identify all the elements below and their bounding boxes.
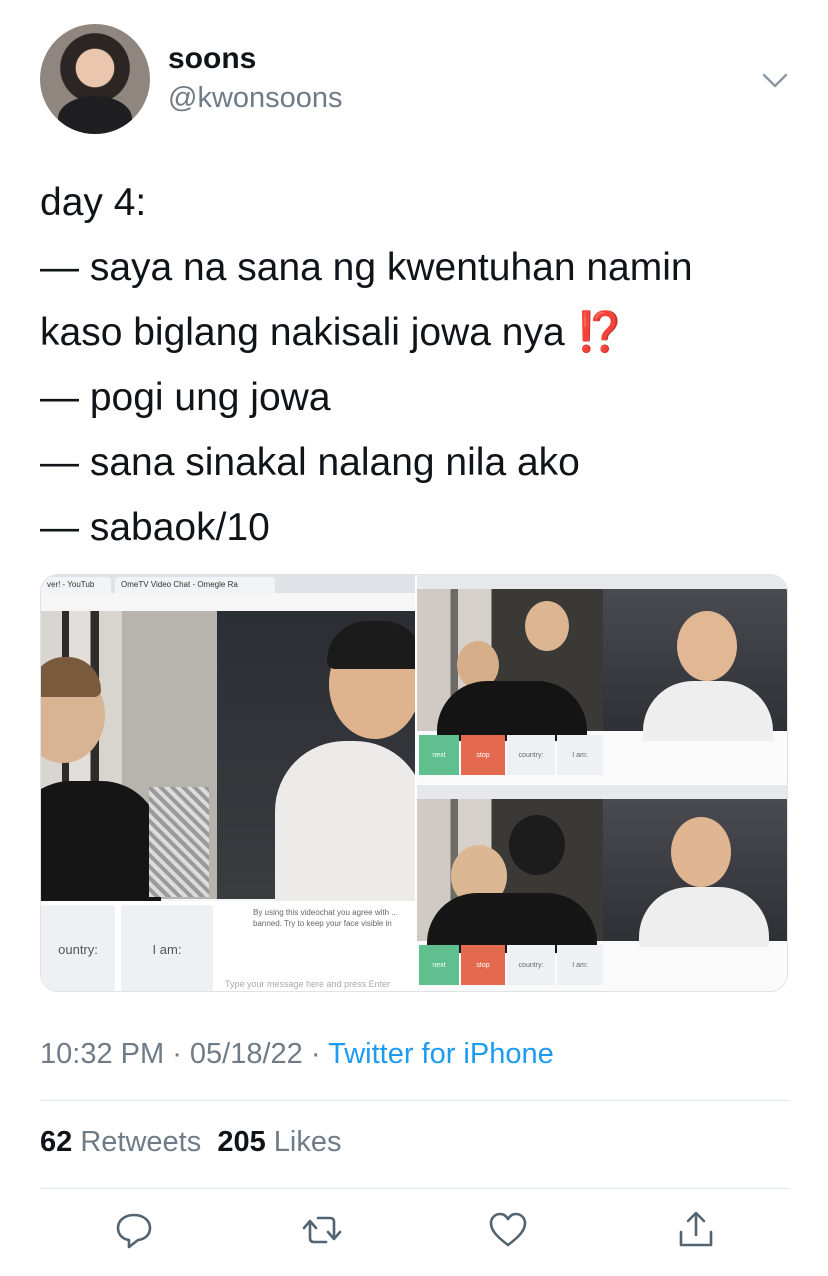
meta-separator: · (310, 1038, 329, 1070)
tweet-time[interactable]: 10:32 PM (40, 1038, 164, 1070)
person-hair (327, 621, 415, 669)
like-icon[interactable] (486, 1208, 530, 1252)
reply-icon[interactable] (112, 1208, 156, 1252)
tweet-line: — saya na sana ng kwentuhan namin (40, 246, 693, 289)
browser-tab: OmeTV Video Chat - Omegle Ra (115, 577, 275, 593)
username-handle[interactable]: @kwonsoons (168, 82, 343, 115)
next-button[interactable]: next (419, 735, 459, 775)
browser-tab: ver! - YouTub (41, 577, 111, 593)
meta-separator: · (172, 1038, 190, 1070)
browser-tab-bar: ver! - YouTub OmeTV Video Chat - Omegle … (41, 575, 415, 593)
video-feed-left (41, 611, 217, 911)
person-body (41, 781, 161, 911)
message-input-placeholder: Type your message here and press Enter (225, 979, 391, 989)
tweet-actions (0, 1208, 828, 1258)
gender-selector[interactable]: I am: (557, 945, 603, 985)
gender-selector[interactable]: I am: (557, 735, 603, 775)
country-selector[interactable]: country: (507, 735, 555, 775)
tweet-line: kaso biglang nakisali jowa nya ⁉️ (40, 300, 800, 365)
person-body (437, 681, 587, 741)
likes-label: Likes (273, 1126, 342, 1158)
chat-controls: ountry: I am: By using this videochat yo… (41, 901, 415, 991)
avatar[interactable] (40, 24, 150, 134)
chair (149, 787, 209, 897)
exclamation-question-icon: ⁉️ (575, 311, 625, 354)
retweets-label: Retweets (80, 1126, 202, 1158)
tweet-line: — sabaok/10 (40, 506, 270, 549)
person-hair (509, 815, 565, 875)
retweets-count: 62 (40, 1126, 73, 1158)
tweet-date[interactable]: 05/18/22 (190, 1038, 303, 1070)
country-label: ountry: (58, 941, 98, 957)
media-image-3[interactable]: next stop country: I am: (417, 785, 787, 991)
country-selector[interactable]: country: (507, 945, 555, 985)
terms-notice: By using this videochat you agree with .… (253, 908, 398, 928)
person-body (643, 681, 773, 741)
gender-selector[interactable]: I am: (121, 905, 213, 991)
person-body (275, 741, 415, 911)
person-head (677, 611, 737, 681)
tweet-line: — sana sinakal nalang nila ako (40, 441, 580, 484)
video-feed-right (603, 589, 787, 741)
divider (40, 1188, 790, 1189)
person-head (525, 601, 569, 651)
tweet-source[interactable]: Twitter for iPhone (328, 1038, 554, 1070)
media-image-1[interactable]: ver! - YouTub OmeTV Video Chat - Omegle … (41, 575, 415, 991)
chevron-down-icon[interactable] (760, 68, 790, 92)
video-panels (41, 611, 415, 911)
tweet-media-grid: ver! - YouTub OmeTV Video Chat - Omegle … (40, 574, 788, 992)
likes-count: 205 (217, 1126, 266, 1158)
video-feed-right (217, 611, 415, 911)
person-body (427, 893, 597, 953)
next-button[interactable]: next (419, 945, 459, 985)
iam-label: I am: (152, 941, 182, 957)
video-feed-right (603, 799, 787, 947)
country-selector[interactable]: ountry: (41, 905, 115, 991)
browser-toolbar (417, 785, 787, 799)
video-feed-left (417, 799, 603, 953)
tweet-text: day 4: — saya na sana ng kwentuhan namin… (40, 170, 800, 560)
person-body (639, 887, 769, 947)
tweet-line: day 4: (40, 181, 147, 224)
likes-stat[interactable]: 205 Likes (217, 1126, 341, 1158)
media-image-2[interactable]: next stop country: I am: (417, 575, 787, 783)
stop-button[interactable]: stop (461, 735, 505, 775)
retweet-icon[interactable] (300, 1208, 344, 1252)
tweet-line-text: kaso biglang nakisali jowa nya (40, 311, 565, 354)
display-name[interactable]: soons (168, 42, 256, 76)
share-icon[interactable] (674, 1208, 718, 1252)
person-head (671, 817, 731, 887)
stop-button[interactable]: stop (461, 945, 505, 985)
divider (40, 1100, 790, 1101)
tweet-line: — pogi ung jowa (40, 376, 331, 419)
tweet-stats: 62 Retweets 205 Likes (40, 1126, 342, 1159)
tweet-meta: 10:32 PM · 05/18/22 · Twitter for iPhone (40, 1038, 554, 1071)
retweets-stat[interactable]: 62 Retweets (40, 1126, 201, 1158)
video-feed-left (417, 589, 603, 741)
tweet-header: soons @kwonsoons (40, 24, 790, 134)
person-hair (41, 657, 101, 697)
browser-toolbar (417, 575, 787, 589)
